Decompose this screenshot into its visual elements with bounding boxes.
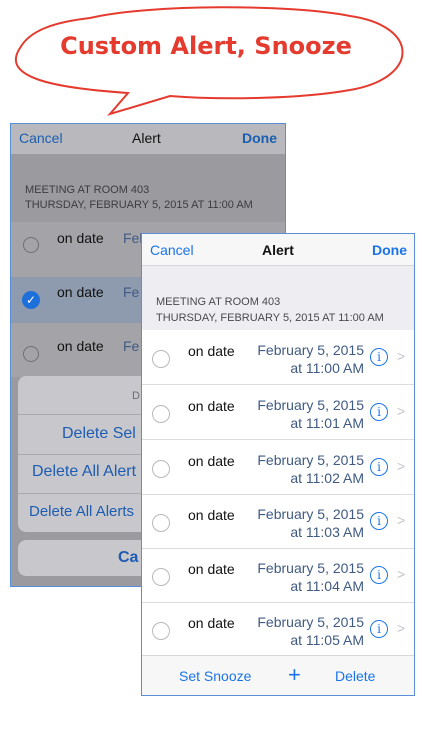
alert-row[interactable]: on date February 5, 2015 at 11:01 AM i > (142, 386, 414, 440)
action-sheet-title: D (132, 390, 140, 402)
delete-selected-button[interactable]: Delete Sel (62, 425, 136, 443)
radio-button[interactable] (152, 405, 170, 423)
chevron-right-icon: > (397, 512, 406, 528)
done-button[interactable]: Done (372, 242, 407, 258)
delete-all-alerts-button[interactable]: Delete All Alert (32, 463, 136, 481)
info-icon[interactable]: i (370, 458, 388, 476)
alert-row[interactable]: on date February 5, 2015 at 11:02 AM i > (142, 441, 414, 495)
back-nav-bar: Cancel Alert Done (11, 124, 285, 154)
row-date: February 5, 2015 (257, 342, 364, 358)
row-label: on date (188, 507, 235, 523)
chevron-right-icon: > (397, 620, 406, 636)
speech-bubble (14, 6, 404, 116)
radio-button[interactable] (152, 460, 170, 478)
row-date: February 5, 2015 (257, 452, 364, 468)
row-date: February 5, 2015 (257, 614, 364, 630)
radio-button[interactable] (152, 622, 170, 640)
chevron-right-icon: > (397, 348, 406, 364)
row-date: February 5, 2015 (257, 560, 364, 576)
radio-button[interactable] (152, 514, 170, 532)
front-nav-bar: Cancel Alert Done (142, 234, 414, 266)
back-nav-title: Alert (132, 130, 161, 146)
row-date: February 5, 2015 (257, 397, 364, 413)
row-label: on date (188, 343, 235, 359)
row-time: at 11:03 AM (290, 524, 364, 540)
row-time: at 11:00 AM (290, 360, 364, 376)
row-date: February 5, 2015 (257, 506, 364, 522)
back-radio-1[interactable] (23, 237, 39, 253)
back-row-label-1: on date (57, 230, 104, 246)
back-done-button[interactable]: Done (242, 130, 277, 146)
delete-button[interactable]: Delete (335, 668, 375, 684)
alert-row[interactable]: on date February 5, 2015 at 11:05 AM i > (142, 603, 414, 657)
back-cancel-button[interactable]: Cancel (19, 130, 63, 146)
radio-button[interactable] (152, 350, 170, 368)
info-icon[interactable]: i (370, 620, 388, 638)
back-radio-3[interactable] (23, 346, 39, 362)
back-row-date-2: Fe (123, 284, 140, 300)
alert-row[interactable]: on date February 5, 2015 at 11:00 AM i > (142, 331, 414, 385)
back-row-label-3: on date (57, 338, 104, 354)
alert-row[interactable]: on date February 5, 2015 at 11:04 AM i > (142, 549, 414, 603)
bottom-toolbar: Set Snooze + Delete (142, 655, 414, 695)
chevron-right-icon: > (397, 566, 406, 582)
row-label: on date (188, 398, 235, 414)
action-sheet-cancel-label: Ca (118, 549, 139, 566)
front-screen: Cancel Alert Done MEETING AT ROOM 403 TH… (141, 233, 415, 696)
delete-all-alerts-button-2[interactable]: Delete All Alerts (29, 503, 134, 520)
back-row-date-3: Fe (123, 338, 140, 354)
add-alert-button[interactable]: + (288, 662, 301, 688)
info-icon[interactable]: i (370, 403, 388, 421)
row-time: at 11:02 AM (290, 470, 364, 486)
back-row-label-2: on date (57, 284, 104, 300)
info-icon[interactable]: i (370, 348, 388, 366)
row-label: on date (188, 453, 235, 469)
set-snooze-button[interactable]: Set Snooze (179, 668, 251, 684)
row-time: at 11:04 AM (290, 578, 364, 594)
back-header-date: THURSDAY, FEBRUARY 5, 2015 AT 11:00 AM (25, 199, 253, 211)
info-icon[interactable]: i (370, 512, 388, 530)
row-time: at 11:05 AM (290, 632, 364, 648)
cancel-button[interactable]: Cancel (150, 242, 194, 258)
chevron-right-icon: > (397, 458, 406, 474)
section-header-title: MEETING AT ROOM 403 (156, 296, 281, 308)
row-time: at 11:01 AM (290, 415, 364, 431)
back-header-title: MEETING AT ROOM 403 (25, 184, 150, 196)
alert-row[interactable]: on date February 5, 2015 at 11:03 AM i > (142, 495, 414, 549)
banner-title: Custom Alert, Snooze (60, 32, 352, 60)
info-icon[interactable]: i (370, 566, 388, 584)
checkmark-icon[interactable]: ✓ (22, 291, 40, 309)
nav-title: Alert (262, 242, 294, 258)
row-label: on date (188, 615, 235, 631)
section-header-date: THURSDAY, FEBRUARY 5, 2015 AT 11:00 AM (156, 312, 384, 324)
radio-button[interactable] (152, 568, 170, 586)
chevron-right-icon: > (397, 403, 406, 419)
row-label: on date (188, 561, 235, 577)
